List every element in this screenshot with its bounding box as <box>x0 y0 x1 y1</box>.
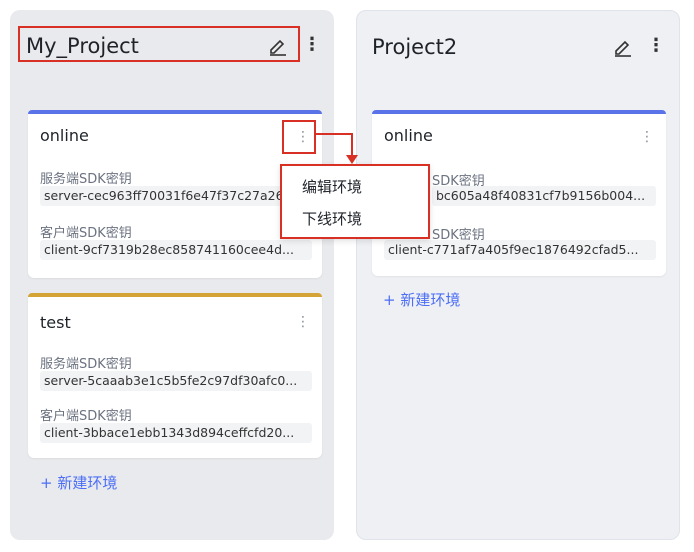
card-more-icon[interactable]: ⋮ <box>640 130 654 144</box>
env-name: online <box>384 126 433 145</box>
env-name: online <box>40 126 89 145</box>
highlight-project-title <box>18 26 300 62</box>
menu-item-offline-env[interactable]: 下线环境 <box>302 208 362 229</box>
client-key-value[interactable]: client-c771af7a405f9ec1876492cfad5... <box>384 240 656 260</box>
project-column-my-project: My_Project ⋮ online ⋮ 服务端SDK密钥 server-ce… <box>10 10 334 540</box>
project-column-project2: Project2 ⋮ online ⋮ SDK密钥 bc605a48f40831… <box>356 10 680 540</box>
client-key-label: 客户端SDK密钥 <box>40 226 132 241</box>
client-key-value[interactable]: client-3bbace1ebb1343d894ceffcfd20... <box>40 423 312 443</box>
server-key-value[interactable]: server-cec963ff70031f6e47f37c27a26 <box>40 186 312 206</box>
env-color-bar <box>372 110 666 114</box>
server-key-label: 服务端SDK密钥 <box>40 172 132 187</box>
server-key-label: 服务端SDK密钥 <box>40 357 132 372</box>
env-color-bar <box>28 110 322 114</box>
menu-item-edit-env[interactable]: 编辑环境 <box>302 176 362 197</box>
env-card-online: online ⋮ 服务端SDK密钥 server-cec963ff70031f6… <box>28 110 322 278</box>
server-key-value[interactable]: server-5caaab3e1c5b5fe2c97df30afc0... <box>40 371 312 391</box>
client-key-label: 客户端SDK密钥 <box>40 409 132 424</box>
server-key-value[interactable]: bc605a48f40831cf7b9156b004... <box>432 186 656 206</box>
project-title: Project2 <box>372 35 458 59</box>
card-more-icon[interactable]: ⋮ <box>296 315 310 329</box>
client-key-value[interactable]: client-9cf7319b28ec858741160cee4d... <box>40 240 312 260</box>
add-environment-button[interactable]: + 新建环境 <box>383 289 460 310</box>
env-card-test: test ⋮ 服务端SDK密钥 server-5caaab3e1c5b5fe2c… <box>28 293 322 458</box>
more-vertical-icon[interactable]: ⋮ <box>647 37 665 55</box>
edit-icon[interactable] <box>611 35 635 59</box>
env-actions-dropdown: 编辑环境 下线环境 <box>280 164 430 239</box>
env-color-bar <box>28 293 322 297</box>
add-environment-button[interactable]: + 新建环境 <box>40 472 117 493</box>
env-name: test <box>40 313 71 332</box>
arrow-icon <box>316 133 358 164</box>
more-vertical-icon[interactable]: ⋮ <box>303 36 321 54</box>
